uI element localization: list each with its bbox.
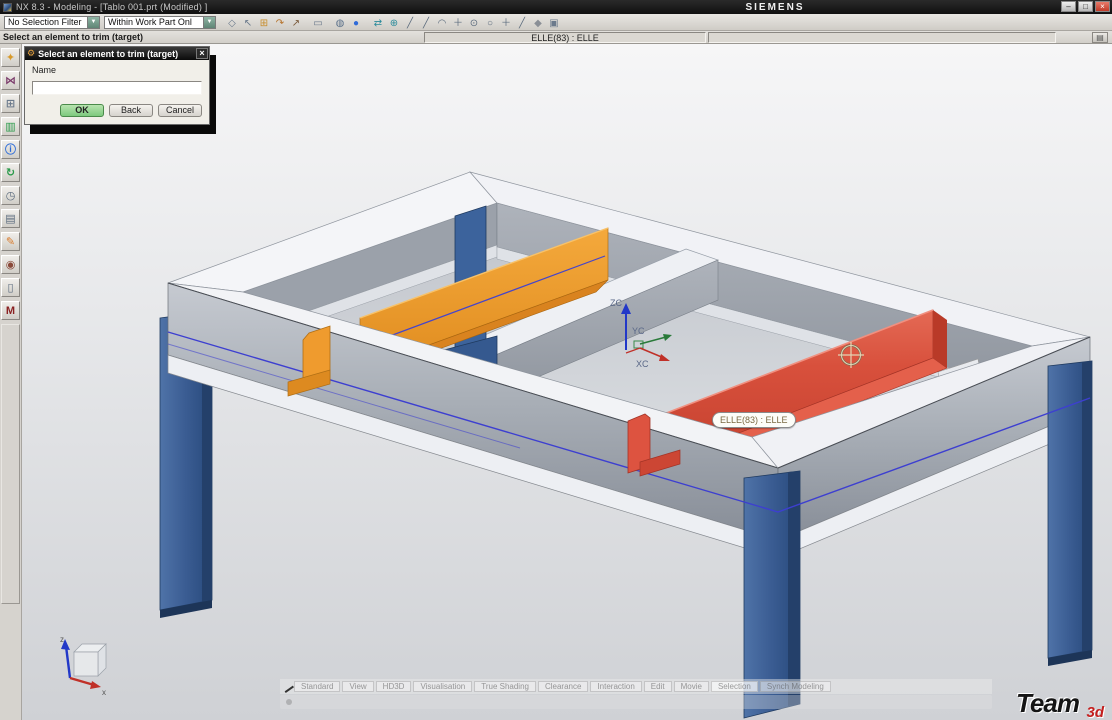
cue-prompt: Select an element to trim (target) (3, 32, 144, 42)
selection-tooltip: ELLE(83) : ELLE (712, 412, 796, 428)
note-page-icon[interactable]: ▯ (1, 278, 20, 297)
point-tool-icon[interactable]: ＋ (450, 15, 466, 30)
marquee-select-icon[interactable]: ▭ (310, 15, 326, 30)
circle-tool-icon[interactable]: ○ (482, 15, 498, 30)
scope-value: Within Work Part Onl (108, 17, 192, 27)
status-grid-icon[interactable]: ▤ (1092, 32, 1108, 43)
nx-app-icon (3, 2, 12, 12)
gear-icon: ⚙ (27, 48, 36, 58)
beam-red-endcap[interactable] (933, 310, 947, 368)
toolbar-icons: ◇ ↖ ⊞ ↷ ↗ ▭ ◍ ● ⇄ ⊕ ╱ ╱ ◠ ＋ ⊙ ○ ＋ ╱ ◆ ▣ (224, 15, 562, 30)
reorient-icon[interactable]: ↷ (272, 15, 288, 30)
bottom-segment-view[interactable]: View (342, 681, 374, 692)
select-arrow-icon[interactable]: ↖ (240, 15, 256, 30)
bottom-segment-clearance[interactable]: Clearance (537, 681, 589, 692)
ok-button[interactable]: OK (60, 104, 104, 117)
dialog-titlebar[interactable]: ⚙ Select an element to trim (target) × (25, 47, 209, 60)
selection-filter-value: No Selection Filter (8, 17, 82, 27)
watermark-team-text: Team (1016, 688, 1080, 718)
wcs-yc-label: YC (632, 326, 645, 336)
window-titlebar[interactable]: NX 8.3 - Modeling - [Tablo 001.prt (Modi… (0, 0, 1112, 14)
plus-tool-icon[interactable]: ＋ (498, 15, 514, 30)
close-button[interactable]: × (1095, 1, 1110, 12)
bottom-toolbar-overlay: Standard View HD3D Visualisation True Sh… (280, 679, 992, 694)
triad-x-label: x (102, 688, 106, 697)
arc-tool-icon[interactable]: ◠ (434, 15, 450, 30)
main-toolbar: No Selection Filter ▼ Within Work Part O… (0, 14, 1112, 31)
move-arrow-icon[interactable]: ↗ (288, 15, 304, 30)
bottom-strip-overlay (280, 695, 992, 709)
bottom-segment-hd3d[interactable]: HD3D (375, 681, 412, 692)
dialog-grid-icon[interactable]: ⊞ (1, 94, 20, 113)
resource-sidebar: ✦ ⋈ ⊞ ▥ ⓘ ↻ ◷ ▤ ✎ ◉ ▯ M (0, 44, 22, 720)
orientation-triad[interactable]: z x (60, 635, 107, 697)
slash-tool-icon[interactable]: ╱ (514, 15, 530, 30)
shaded-sphere-icon[interactable]: ● (348, 15, 364, 30)
bottom-segment-visualisation[interactable]: Visualisation (413, 681, 473, 692)
dot-icon (286, 699, 292, 705)
visibility-icon[interactable]: ◍ (332, 15, 348, 30)
triad-z-label: z (60, 635, 64, 644)
name-label: Name (32, 65, 57, 75)
minimize-button[interactable]: – (1061, 1, 1076, 12)
scope-combo[interactable]: Within Work Part Onl ▼ (104, 15, 216, 29)
dialog-title: Select an element to trim (target) (38, 48, 179, 59)
model-canvas[interactable]: ZC YC XC z x (22, 44, 1112, 720)
chevron-down-icon[interactable]: ▼ (203, 16, 215, 28)
info-sphere-icon[interactable]: ⓘ (1, 140, 20, 159)
pencil-edit-icon[interactable]: ✎ (1, 232, 20, 251)
window-title: NX 8.3 - Modeling - [Tablo 001.prt (Modi… (16, 2, 208, 12)
siemens-logo: SIEMENS (745, 1, 805, 13)
bottom-segment-movie[interactable]: Movie (673, 681, 709, 692)
wcs-zc-label: ZC (610, 298, 622, 308)
back-button[interactable]: Back (109, 104, 153, 117)
name-input[interactable] (32, 81, 202, 95)
line-tool-icon[interactable]: ╱ (402, 15, 418, 30)
team3d-watermark: Team 3d (1016, 688, 1106, 720)
blob-tool-icon[interactable]: ◆ (530, 15, 546, 30)
chevron-down-icon[interactable]: ▼ (87, 16, 99, 28)
wcs-xc-label: XC (636, 359, 649, 369)
dialog-close-icon[interactable]: × (196, 48, 208, 59)
triad-x-arrow (90, 681, 101, 689)
status-empty-field (708, 32, 1056, 43)
people-roles-icon[interactable]: ◉ (1, 255, 20, 274)
triad-cube (73, 651, 99, 677)
snap-point-icon[interactable]: ◇ (224, 15, 240, 30)
pen-glyph-icon (280, 679, 294, 693)
bowtie-transition-icon[interactable]: ⋈ (1, 71, 20, 90)
cancel-button[interactable]: Cancel (158, 104, 202, 117)
watermark-3d-text: 3d (1086, 704, 1104, 720)
bottom-segment-standard[interactable]: Standard (294, 681, 341, 692)
sync-refresh-icon[interactable]: ↻ (1, 163, 20, 182)
line2-tool-icon[interactable]: ╱ (418, 15, 434, 30)
selection-filter-combo[interactable]: No Selection Filter ▼ (4, 15, 100, 29)
bottom-segment-selection[interactable]: Selection (710, 681, 758, 692)
graphics-viewport[interactable]: ZC YC XC z x (22, 44, 1112, 720)
profile-tool-icon[interactable]: ▣ (546, 15, 562, 30)
bottom-segment-true-shading[interactable]: True Shading (474, 681, 536, 692)
point-dialog-icon[interactable]: ⊞ (256, 15, 272, 30)
restore-button[interactable]: □ (1078, 1, 1093, 12)
leg-right-side (1082, 361, 1092, 652)
library-books-icon[interactable]: ▥ (1, 117, 20, 136)
circle-center-tool-icon[interactable]: ⊙ (466, 15, 482, 30)
pan-view-icon[interactable]: ⇄ (370, 15, 386, 30)
bottom-segment-synch[interactable]: Synch Modeling (759, 681, 831, 692)
bottom-segment-edit[interactable]: Edit (643, 681, 672, 692)
sidebar-blank-panel (1, 324, 20, 604)
cue-status-bar: Select an element to trim (target) ELLE(… (0, 31, 1112, 44)
trim-dialog[interactable]: ⚙ Select an element to trim (target) × N… (24, 46, 210, 125)
materials-m-icon[interactable]: M (1, 301, 20, 320)
list-panel-icon[interactable]: ▤ (1, 209, 20, 228)
bottom-segment-interaction[interactable]: Interaction (590, 681, 642, 692)
history-clock-icon[interactable]: ◷ (1, 186, 20, 205)
selection-hand-icon[interactable]: ✦ (1, 48, 20, 67)
status-selection-field: ELLE(83) : ELLE (424, 32, 706, 43)
zoom-view-icon[interactable]: ⊕ (386, 15, 402, 30)
